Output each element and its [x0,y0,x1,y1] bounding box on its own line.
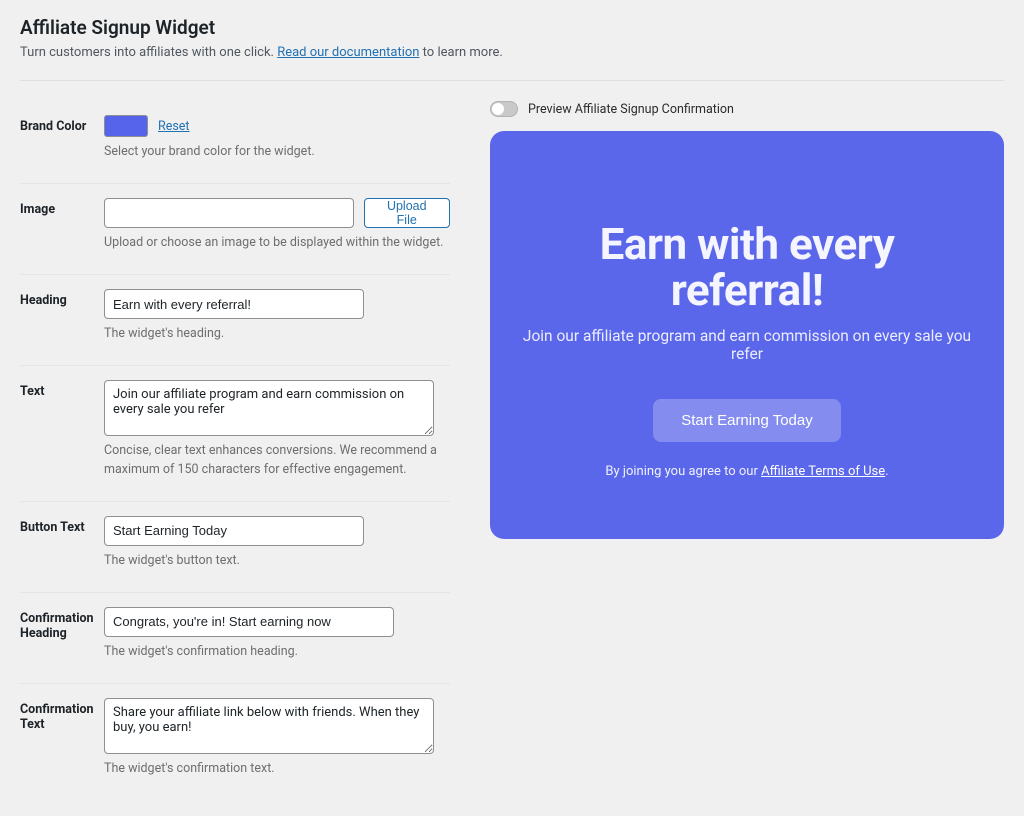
preview-toggle[interactable] [490,101,518,117]
subtitle-after: to learn more. [419,45,502,60]
button-text-label: Button Text [20,516,104,535]
preview-column: Preview Affiliate Signup Confirmation Ea… [490,101,1004,539]
text-hint: Concise, clear text enhances conversions… [104,442,450,478]
preview-toggle-label: Preview Affiliate Signup Confirmation [528,102,734,117]
page-title: Affiliate Signup Widget [20,16,1004,39]
page-subtitle: Turn customers into affiliates with one … [20,45,1004,60]
confirm-text-label: Confirmation Text [20,698,104,732]
documentation-link[interactable]: Read our documentation [277,45,419,60]
text-row: Text Join our affiliate program and earn… [20,366,450,501]
confirm-heading-row: Confirmation Heading The widget's confir… [20,593,450,684]
preview-toggle-row: Preview Affiliate Signup Confirmation [490,101,1004,117]
preview-footer-before: By joining you agree to our [605,464,761,479]
brand-color-label: Brand Color [20,115,104,134]
upload-file-button[interactable]: Upload File [364,198,451,228]
preview-heading: Earn with every referral! [520,221,974,313]
heading-row: Heading The widget's heading. [20,275,450,366]
heading-hint: The widget's heading. [104,325,450,343]
image-row: Image Upload File Upload or choose an im… [20,184,450,275]
confirm-heading-input[interactable] [104,607,394,637]
heading-input[interactable] [104,289,364,319]
brand-color-swatch[interactable] [104,115,148,137]
brand-color-inner [106,117,146,135]
image-label: Image [20,198,104,217]
button-text-hint: The widget's button text. [104,552,450,570]
toggle-knob [492,103,504,115]
button-text-input[interactable] [104,516,364,546]
preview-footer: By joining you agree to our Affiliate Te… [520,464,974,479]
image-input[interactable] [104,198,354,228]
confirm-text-input[interactable]: Share your affiliate link below with fri… [104,698,434,754]
image-hint: Upload or choose an image to be displaye… [104,234,450,252]
button-text-row: Button Text The widget's button text. [20,502,450,593]
reset-color-link[interactable]: Reset [158,119,190,134]
brand-color-hint: Select your brand color for the widget. [104,143,450,161]
preview-card: Earn with every referral! Join our affil… [490,131,1004,539]
text-input[interactable]: Join our affiliate program and earn comm… [104,380,434,436]
confirm-heading-hint: The widget's confirmation heading. [104,643,450,661]
text-label: Text [20,380,104,399]
preview-footer-after: . [885,464,888,479]
confirm-text-row: Confirmation Text Share your affiliate l… [20,684,450,800]
confirm-text-hint: The widget's confirmation text. [104,760,450,778]
preview-text: Join our affiliate program and earn comm… [520,327,974,363]
heading-label: Heading [20,289,104,308]
settings-form: Brand Color Reset Select your brand colo… [20,101,450,800]
brand-color-row: Brand Color Reset Select your brand colo… [20,101,450,184]
preview-cta-button[interactable]: Start Earning Today [653,399,840,442]
confirm-heading-label: Confirmation Heading [20,607,104,641]
subtitle-before: Turn customers into affiliates with one … [20,45,277,60]
divider [20,80,1004,81]
affiliate-terms-link[interactable]: Affiliate Terms of Use [761,464,885,479]
